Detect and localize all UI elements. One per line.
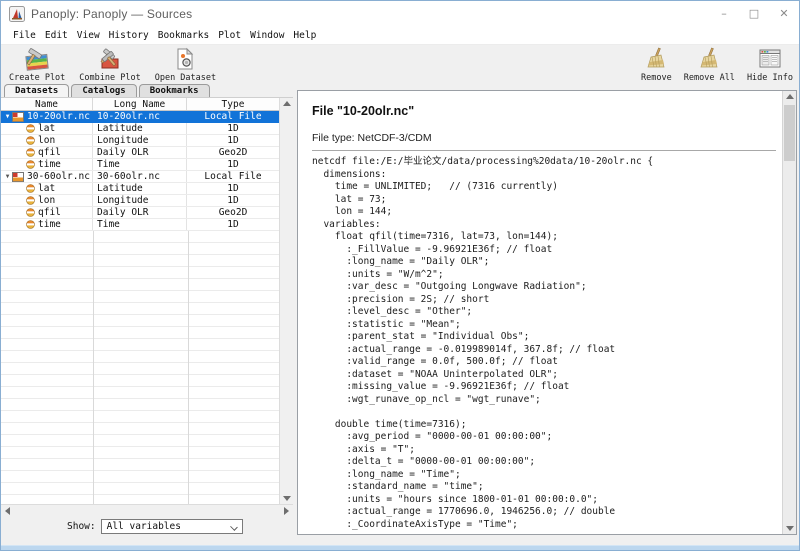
variable-icon <box>26 220 35 229</box>
info-divider <box>312 150 776 151</box>
collapse-triangle-icon[interactable]: ▼ <box>3 113 12 120</box>
combine-plot-label: Combine Plot <box>79 73 140 83</box>
menu-history[interactable]: History <box>109 30 149 41</box>
info-vertical-scrollbar[interactable] <box>782 91 796 534</box>
titlebar: Panoply: Panoply — Sources – □ ✕ <box>1 1 799 26</box>
hide-info-label: Hide Info <box>747 73 793 83</box>
table-row-variable-qfil[interactable]: qfil Daily OLR Geo2D <box>1 207 279 219</box>
menu-view[interactable]: View <box>77 30 100 41</box>
column-header-name[interactable]: Name <box>1 98 93 110</box>
show-variables-select[interactable]: All variables <box>101 519 243 534</box>
remove-all-broom-icon <box>694 47 724 72</box>
scrollbar-thumb[interactable] <box>784 105 795 161</box>
combine-plot-button[interactable]: Combine Plot <box>79 47 140 83</box>
tab-catalogs[interactable]: Catalogs <box>71 84 136 97</box>
app-icon <box>9 6 25 22</box>
table-row-variable-lat[interactable]: lat Latitude 1D <box>1 123 279 135</box>
datasets-vertical-scrollbar[interactable] <box>279 98 293 504</box>
scroll-left-icon[interactable] <box>5 507 10 515</box>
info-content: File "10-20olr.nc" File type: NetCDF-3/C… <box>298 91 782 534</box>
variable-icon <box>26 184 35 193</box>
info-file-type: File type: NetCDF-3/CDM <box>312 132 776 144</box>
variable-icon <box>26 160 35 169</box>
panoply-window: Panoply: Panoply — Sources – □ ✕ File Ed… <box>0 0 800 551</box>
scroll-down-icon[interactable] <box>786 526 794 531</box>
menu-file[interactable]: File <box>13 30 36 41</box>
table-row-variable-lon[interactable]: lon Longitude 1D <box>1 195 279 207</box>
show-selected-option: All variables <box>107 521 181 532</box>
minimize-icon: – <box>721 7 727 20</box>
create-plot-button[interactable]: Create Plot <box>9 47 65 83</box>
bottom-strip <box>1 535 799 545</box>
close-icon: ✕ <box>779 7 788 20</box>
variable-icon <box>26 148 35 157</box>
datasets-panel: Name Long Name Type ▼ 10-20olr.nc 10-20o… <box>1 97 293 535</box>
open-dataset-icon <box>174 47 196 72</box>
variable-icon <box>26 124 35 133</box>
variable-icon <box>26 136 35 145</box>
remove-button[interactable]: Remove <box>641 47 672 83</box>
remove-all-label: Remove All <box>684 73 735 83</box>
table-row-variable-lat[interactable]: lat Latitude 1D <box>1 183 279 195</box>
show-label: Show: <box>67 521 96 532</box>
close-button[interactable]: ✕ <box>769 1 799 26</box>
hide-info-icon <box>757 47 783 72</box>
menu-plot[interactable]: Plot <box>218 30 241 41</box>
datasets-table: Name Long Name Type ▼ 10-20olr.nc 10-20o… <box>1 98 279 504</box>
menu-bookmarks[interactable]: Bookmarks <box>158 30 209 41</box>
scroll-down-icon[interactable] <box>283 496 291 501</box>
tab-bookmarks[interactable]: Bookmarks <box>139 84 210 97</box>
variable-icon <box>26 208 35 217</box>
variable-icon <box>26 196 35 205</box>
combine-plot-icon <box>95 47 125 72</box>
table-row-variable-lon[interactable]: lon Longitude 1D <box>1 135 279 147</box>
table-row-variable-time[interactable]: time Time 1D <box>1 219 279 231</box>
menu-edit[interactable]: Edit <box>45 30 68 41</box>
remove-label: Remove <box>641 73 672 83</box>
column-header-type[interactable]: Type <box>187 98 279 110</box>
table-row-dataset-10-20olr[interactable]: ▼ 10-20olr.nc 10-20olr.nc Local File <box>1 111 279 123</box>
scroll-right-icon[interactable] <box>284 507 289 515</box>
tab-datasets[interactable]: Datasets <box>4 84 69 97</box>
info-file-title: File "10-20olr.nc" <box>312 104 776 118</box>
menu-help[interactable]: Help <box>293 30 316 41</box>
empty-table-rows <box>1 231 279 504</box>
main-area: Name Long Name Type ▼ 10-20olr.nc 10-20o… <box>1 97 799 535</box>
create-plot-icon <box>22 47 52 72</box>
maximize-button[interactable]: □ <box>739 1 769 26</box>
chevron-down-icon <box>230 523 238 531</box>
window-bottom-border <box>1 545 799 551</box>
minimize-button[interactable]: – <box>709 1 739 26</box>
create-plot-label: Create Plot <box>9 73 65 83</box>
datasets-horizontal-scrollbar[interactable] <box>1 504 293 517</box>
hide-info-button[interactable]: Hide Info <box>747 47 793 83</box>
table-header: Name Long Name Type <box>1 98 279 111</box>
scroll-up-icon[interactable] <box>786 94 794 99</box>
column-header-long-name[interactable]: Long Name <box>93 98 187 110</box>
show-bar: Show: All variables <box>1 517 293 535</box>
open-dataset-button[interactable]: Open Dataset <box>155 47 216 83</box>
remove-broom-icon <box>643 47 669 72</box>
dataset-file-icon <box>12 172 24 182</box>
ncdump-text: netcdf file:/E:/毕业论文/data/processing%20d… <box>312 156 776 531</box>
dataset-file-icon <box>12 112 24 122</box>
toolbar: Create Plot Combine Plot <box>1 45 799 84</box>
window-title: Panoply: Panoply — Sources <box>31 7 192 21</box>
info-panel: File "10-20olr.nc" File type: NetCDF-3/C… <box>297 90 797 535</box>
collapse-triangle-icon[interactable]: ▼ <box>3 173 12 180</box>
menu-window[interactable]: Window <box>250 30 284 41</box>
table-row-variable-time[interactable]: time Time 1D <box>1 159 279 171</box>
remove-all-button[interactable]: Remove All <box>684 47 735 83</box>
menubar: File Edit View History Bookmarks Plot Wi… <box>1 26 799 45</box>
scroll-up-icon[interactable] <box>283 101 291 106</box>
open-dataset-label: Open Dataset <box>155 73 216 83</box>
table-row-dataset-30-60olr[interactable]: ▼ 30-60olr.nc 30-60olr.nc Local File <box>1 171 279 183</box>
table-row-variable-qfil[interactable]: qfil Daily OLR Geo2D <box>1 147 279 159</box>
maximize-icon: □ <box>749 7 759 20</box>
